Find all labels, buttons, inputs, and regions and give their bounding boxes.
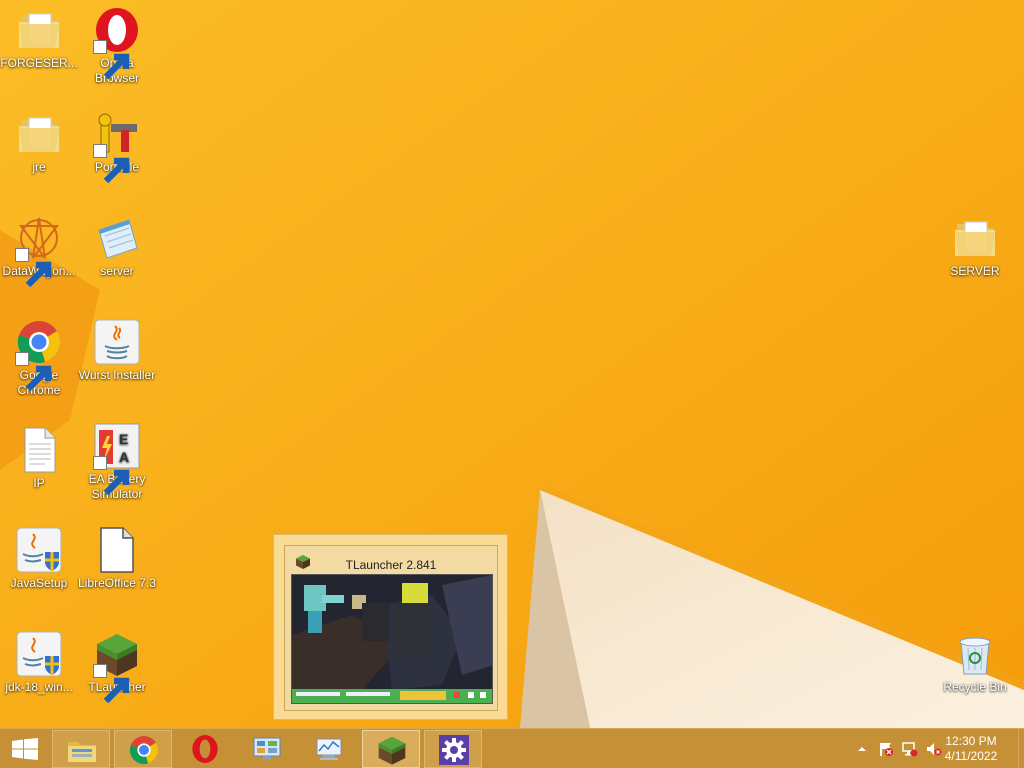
- desktop-icon-label: server: [100, 264, 134, 278]
- desktop-icon-label: jdk-18_win...: [5, 680, 73, 694]
- notepad-icon: [98, 219, 138, 259]
- desktop-icon-server[interactable]: server: [78, 214, 156, 279]
- flag-warning-icon: [880, 743, 893, 756]
- system-tray: 12:30 PM 4/11/2022: [844, 729, 1024, 768]
- desktop-icon-portecle[interactable]: Portecle: [78, 110, 156, 184]
- taskbar-opera[interactable]: [176, 730, 234, 768]
- shortcut-arrow-icon: [93, 664, 130, 704]
- folder-icon: [19, 13, 59, 48]
- desktop-icon-label: LibreOffice 7.3: [78, 576, 156, 590]
- desktop-icon-chrome[interactable]: Google Chrome: [0, 318, 78, 398]
- text-file-icon: [24, 427, 56, 473]
- desktop: FORGESER... Opera Browser jre Portecle D…: [0, 0, 1024, 728]
- taskbar: 12:30 PM 4/11/2022: [0, 728, 1024, 768]
- taskbar-performance-monitor[interactable]: [300, 730, 358, 768]
- desktop-icon-label: FORGESER...: [0, 56, 78, 70]
- desktop-icon-label: IP: [33, 476, 45, 490]
- taskbar-thumbnail-preview[interactable]: TLauncher 2.841: [273, 534, 508, 720]
- chrome-icon: [129, 736, 159, 764]
- desktop-icon-wurst-installer[interactable]: Wurst Installer: [78, 318, 156, 383]
- taskbar-settings[interactable]: [424, 730, 482, 768]
- windows-logo-icon: [12, 738, 38, 760]
- performance-icon: [316, 738, 342, 760]
- desktop-icon-recycle-bin[interactable]: Recycle Bin: [936, 630, 1014, 695]
- libreoffice-icon: [100, 527, 134, 573]
- java-icon: [94, 319, 140, 365]
- clock-time: 12:30 PM: [945, 734, 997, 748]
- shortcut-arrow-icon: [93, 456, 130, 496]
- taskbar-clock[interactable]: 12:30 PM 4/11/2022: [936, 734, 1006, 764]
- desktop-icon-libreoffice[interactable]: LibreOffice 7.3: [78, 526, 156, 591]
- control-panel-icon: [253, 737, 281, 760]
- taskbar-control-panel[interactable]: [238, 730, 296, 768]
- taskbar-tlauncher[interactable]: [362, 730, 420, 768]
- taskbar-chrome[interactable]: [114, 730, 172, 768]
- action-center-flag[interactable]: [878, 741, 894, 757]
- shortcut-arrow-icon: [15, 352, 52, 392]
- shortcut-arrow-icon: [93, 144, 130, 184]
- desktop-icon-javasetup[interactable]: JavaSetup: [0, 526, 78, 591]
- desktop-icon-label: Recycle Bin: [943, 680, 1007, 694]
- folder-icon: [955, 221, 995, 256]
- show-hidden-icons-button[interactable]: [854, 741, 870, 757]
- desktop-icon-label: JavaSetup: [10, 576, 68, 590]
- folder-icon: [19, 117, 59, 152]
- java-setup-icon: [16, 527, 62, 573]
- desktop-icon-server-folder[interactable]: SERVER: [936, 214, 1014, 279]
- desktop-icon-datawagon[interactable]: DataWagon...: [0, 214, 78, 288]
- desktop-icon-ip[interactable]: IP: [0, 426, 78, 491]
- svg-text:E: E: [119, 431, 128, 447]
- desktop-icon-tlauncher[interactable]: TLauncher: [78, 630, 156, 704]
- clock-date: 4/11/2022: [944, 749, 998, 763]
- network-icon: [902, 742, 918, 757]
- taskbar-file-explorer[interactable]: [52, 730, 110, 768]
- desktop-icon-label: SERVER: [950, 264, 1000, 278]
- file-explorer-icon: [68, 742, 96, 762]
- recycle-bin-icon: [959, 637, 991, 675]
- chevron-up-icon: [858, 747, 866, 751]
- network-status[interactable]: [902, 741, 918, 757]
- desktop-icon-opera[interactable]: Opera Browser: [78, 6, 156, 86]
- grass-block-icon: [378, 736, 406, 765]
- shortcut-arrow-icon: [15, 248, 52, 288]
- thumbnail-frame: TLauncher 2.841: [284, 545, 498, 711]
- desktop-icon-label: Wurst Installer: [78, 368, 156, 382]
- thumbnail-title: TLauncher 2.841: [345, 558, 437, 572]
- opera-icon: [192, 735, 218, 763]
- thumbnail-window-snapshot[interactable]: [291, 574, 493, 704]
- desktop-icon-forgeserver[interactable]: FORGESER...: [0, 6, 78, 71]
- shortcut-arrow-icon: [93, 40, 130, 80]
- desktop-icon-jre[interactable]: jre: [0, 110, 78, 175]
- desktop-icon-label: jre: [32, 160, 46, 174]
- desktop-icon-jdk-18[interactable]: jdk-18_win...: [0, 630, 78, 695]
- desktop-icon-ea-battery-simulator[interactable]: E A EA Battery Simulator: [78, 422, 156, 502]
- minecraft-launcher-screenshot: [292, 575, 492, 703]
- java-setup-icon: [16, 631, 62, 677]
- show-desktop-button[interactable]: [1018, 729, 1024, 768]
- start-button[interactable]: [0, 729, 50, 768]
- gear-icon: [439, 735, 469, 765]
